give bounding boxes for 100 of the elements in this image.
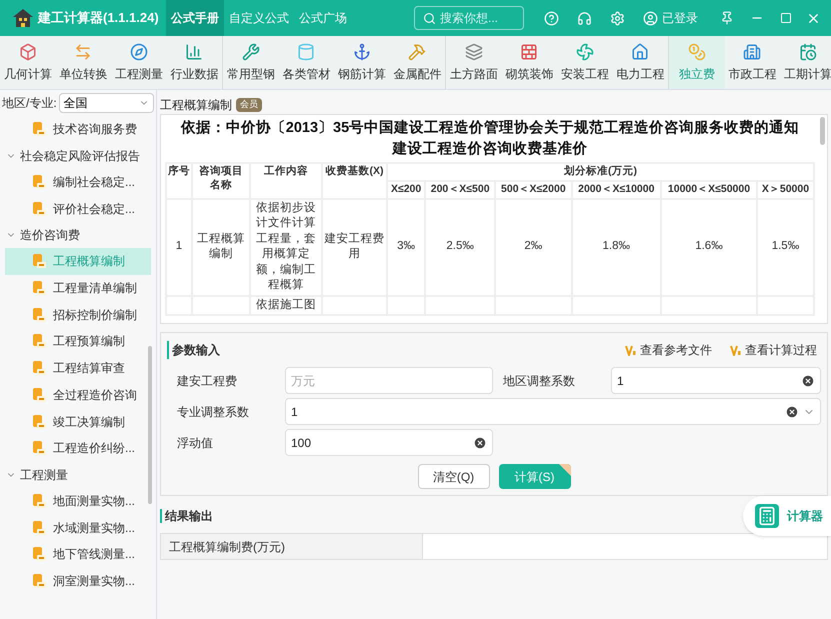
table-cell: 3‰ <box>397 240 416 252</box>
tree-group[interactable]: 社会稳定风险评估报告 <box>0 142 156 169</box>
calculator-icon <box>755 504 779 528</box>
house-logo-icon <box>12 7 34 29</box>
document-vip-icon <box>31 253 47 270</box>
toolbar-button[interactable]: 工期计算 <box>780 36 831 89</box>
tree-item[interactable]: 工程量清单编制 <box>5 274 151 302</box>
vip-mark-icon <box>730 344 741 356</box>
document-vip-icon <box>31 360 47 376</box>
clear-button[interactable]: 清空(Q) <box>418 464 490 489</box>
calendar-icon <box>798 42 817 60</box>
table-cell: 1.8‰ <box>602 240 630 252</box>
region-dropdown[interactable]: 全国 <box>58 93 154 113</box>
table-heading: 建设工程造价咨询收费基准价 <box>390 140 588 159</box>
tree-item[interactable]: 招标控制价编制 <box>5 301 151 328</box>
field-label: 专业调整系数 <box>176 404 250 420</box>
toolbar-button[interactable]: 市政工程 <box>724 36 780 89</box>
pin-icon[interactable] <box>720 11 734 25</box>
tree-item[interactable]: 技术咨询服务费 <box>5 116 151 143</box>
column-header: 10000＜X≤50000 <box>661 180 757 198</box>
toolbar-button[interactable]: 单位转换 <box>56 36 111 89</box>
brick-wall-icon <box>520 42 538 60</box>
column-header: 咨询项目名称 <box>192 163 250 198</box>
toolbar-button[interactable]: 电力工程 <box>612 36 668 89</box>
tree-item[interactable]: 竣工决算编制 <box>5 408 151 435</box>
fan-icon <box>576 42 594 60</box>
document-vip-icon <box>31 306 47 323</box>
scrollbar-thumb <box>820 117 825 145</box>
table-cell: 1 <box>176 240 182 252</box>
wrench-icon <box>242 42 260 60</box>
tree-item[interactable]: 工程结算审查 <box>5 354 151 382</box>
document-vip-icon <box>31 280 47 296</box>
column-header: 划分标准(万元) <box>387 163 814 181</box>
input-field[interactable]: 1 <box>611 367 821 394</box>
building-icon <box>743 42 762 60</box>
arrows-icon <box>74 42 92 60</box>
input-field[interactable]: 100 <box>285 429 493 456</box>
toolbar-button[interactable]: 行业数据 <box>166 36 222 89</box>
clear-icon[interactable] <box>785 404 799 418</box>
column-header: 工作内容 <box>250 163 322 198</box>
anchor-icon <box>352 42 371 60</box>
tree-group[interactable]: 造价咨询费 <box>0 222 156 248</box>
settings-icon[interactable] <box>610 10 625 26</box>
tree-item[interactable]: 评价社会稳定... <box>5 195 151 222</box>
reference-link[interactable]: 查看计算过程 <box>730 341 817 359</box>
tree-group[interactable]: 工程测量 <box>0 462 156 488</box>
nav-tab[interactable]: 公式手册 <box>166 0 224 36</box>
tree-item[interactable]: 工程造价纠纷... <box>5 434 151 462</box>
page-title: 工程概算编制 <box>160 97 232 114</box>
column-header: 500＜X≤2000 <box>495 180 572 198</box>
document-vip-icon <box>31 200 47 217</box>
table-cell: 依据初步设计文件计算工程量，套用概算定额，编制工程概算 <box>256 202 316 291</box>
toolbar-button[interactable]: 金属配件 <box>390 36 445 89</box>
field-label: 浮动值 <box>176 434 214 452</box>
field-label: 地区调整系数 <box>502 372 576 390</box>
pipe-icon <box>297 42 316 60</box>
tree-item[interactable]: 地面测量实物... <box>5 488 151 514</box>
toolbar-button[interactable]: 常用型钢 <box>223 36 278 89</box>
tree-item[interactable]: 工程预算编制 <box>5 328 151 355</box>
tree-item[interactable]: 洞室测量实物... <box>5 568 151 594</box>
toolbar-button[interactable]: 工程测量 <box>111 36 166 89</box>
maximize-icon[interactable] <box>780 12 792 24</box>
field-label: 建安工程费 <box>176 372 238 390</box>
tree-item[interactable]: 全过程造价咨询 <box>5 382 151 408</box>
column-header: 序号 <box>166 163 192 198</box>
toolbar-button[interactable]: 各类管材 <box>278 36 334 89</box>
help-icon[interactable] <box>544 10 559 26</box>
window-title: 建工计算器(1.1.1.24) <box>38 9 159 28</box>
coins-icon <box>688 42 706 60</box>
table-cell: 2.5‰ <box>446 240 474 252</box>
cube-icon <box>18 42 37 60</box>
table-cell: 2‰ <box>524 240 542 252</box>
clear-icon[interactable] <box>801 374 815 388</box>
document-vip-icon <box>31 121 47 138</box>
document-vip-icon <box>31 333 47 350</box>
reference-link[interactable]: 查看参考文件 <box>625 341 712 359</box>
toolbar-button[interactable]: 砌筑装饰 <box>502 36 557 89</box>
compass-icon <box>130 42 148 60</box>
house-icon <box>631 42 650 60</box>
tree-item[interactable]: 编制社会稳定... <box>5 168 151 196</box>
member-badge: 会员 <box>236 98 262 112</box>
document-vip-icon <box>31 440 47 456</box>
toolbar-button[interactable]: 安装工程 <box>557 36 612 89</box>
region-label: 地区/专业: <box>2 95 57 112</box>
table-cell: 建安工程费用 <box>324 232 384 260</box>
clear-icon[interactable] <box>473 436 487 450</box>
table-cell: 1.5‰ <box>772 240 800 252</box>
tree-item[interactable]: 水域测量实物... <box>5 514 151 541</box>
table-heading: 依据：中价协〔2013〕35号中国建设工程造价管理协会关于规范工程造价咨询服务收费的通知 <box>180 118 800 138</box>
toolbar-button[interactable]: 几何计算 <box>0 36 56 89</box>
document-vip-icon <box>31 520 47 536</box>
document-vip-icon <box>31 492 47 509</box>
headset-icon[interactable] <box>577 10 592 26</box>
layers-icon <box>464 42 483 60</box>
vip-mark-icon <box>625 344 636 356</box>
table-cell: 工程概算编制 <box>197 232 245 260</box>
select-field[interactable]: 1 <box>285 398 821 425</box>
toolbar-button[interactable]: 土方路面 <box>446 36 502 89</box>
toolbar-button[interactable]: 钢筋计算 <box>334 36 390 89</box>
tree-item[interactable]: 地下管线测量... <box>5 540 151 568</box>
